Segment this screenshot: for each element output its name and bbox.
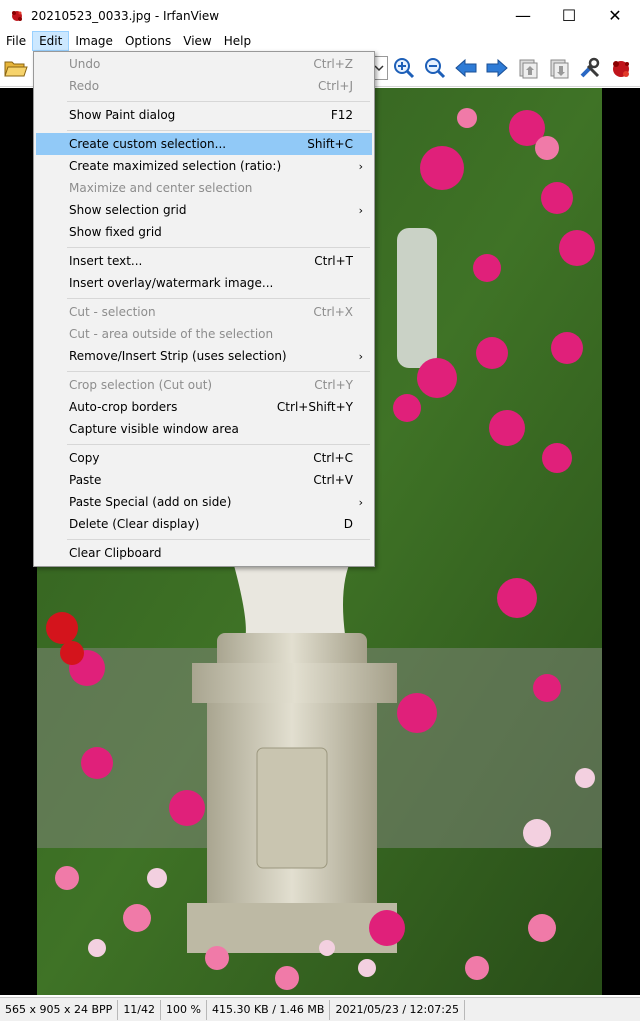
menu-insert-text[interactable]: Insert text... Ctrl+T <box>36 250 372 272</box>
status-bar: 565 x 905 x 24 BPP 11/42 100 % 415.30 KB… <box>0 997 640 1021</box>
menu-create-custom-selection-shortcut: Shift+C <box>307 137 353 151</box>
menu-separator <box>67 130 370 131</box>
menu-separator <box>67 101 370 102</box>
next-arrow-icon[interactable] <box>484 55 510 81</box>
menu-clear-clipboard[interactable]: Clear Clipboard <box>36 542 372 564</box>
menu-options[interactable]: Options <box>119 31 177 51</box>
menu-undo-label: Undo <box>69 57 101 71</box>
menu-show-paint-dialog[interactable]: Show Paint dialog F12 <box>36 104 372 126</box>
previous-arrow-icon[interactable] <box>453 55 479 81</box>
status-index: 11/42 <box>118 999 162 1020</box>
menu-separator <box>67 298 370 299</box>
menu-show-fixed-grid[interactable]: Show fixed grid <box>36 221 372 243</box>
menu-show-fixed-grid-label: Show fixed grid <box>69 225 162 239</box>
menu-crop-selection[interactable]: Crop selection (Cut out) Ctrl+Y <box>36 374 372 396</box>
submenu-arrow-icon: › <box>358 203 363 217</box>
menu-separator <box>67 444 370 445</box>
menu-separator <box>67 371 370 372</box>
menu-redo-shortcut: Ctrl+J <box>318 79 353 93</box>
menu-bar: File Edit Image Options View Help <box>0 31 640 51</box>
tools-icon[interactable] <box>577 55 603 81</box>
menu-insert-overlay[interactable]: Insert overlay/watermark image... <box>36 272 372 294</box>
zoom-out-icon[interactable] <box>422 55 448 81</box>
menu-help[interactable]: Help <box>218 31 257 51</box>
menu-cut-outside-selection[interactable]: Cut - area outside of the selection <box>36 323 372 345</box>
menu-copy[interactable]: Copy Ctrl+C <box>36 447 372 469</box>
menu-insert-overlay-label: Insert overlay/watermark image... <box>69 276 274 290</box>
menu-remove-insert-strip[interactable]: Remove/Insert Strip (uses selection) › <box>36 345 372 367</box>
menu-remove-insert-strip-label: Remove/Insert Strip (uses selection) <box>69 349 287 363</box>
menu-crop-selection-label: Crop selection (Cut out) <box>69 378 213 392</box>
menu-undo[interactable]: Undo Ctrl+Z <box>36 53 372 75</box>
irfanview-app-icon[interactable] <box>9 8 25 24</box>
status-zoom: 100 % <box>161 999 207 1020</box>
menu-cut-selection-label: Cut - selection <box>69 305 156 319</box>
menu-delete-label: Delete (Clear display) <box>69 517 200 531</box>
close-icon: ✕ <box>608 6 622 25</box>
menu-paste[interactable]: Paste Ctrl+V <box>36 469 372 491</box>
submenu-arrow-icon: › <box>358 495 363 509</box>
menu-cut-selection[interactable]: Cut - selection Ctrl+X <box>36 301 372 323</box>
zoom-in-icon[interactable] <box>391 55 417 81</box>
download-icon[interactable] <box>546 55 572 81</box>
menu-paste-shortcut: Ctrl+V <box>313 473 353 487</box>
menu-crop-selection-shortcut: Ctrl+Y <box>314 378 353 392</box>
submenu-arrow-icon: › <box>358 159 363 173</box>
menu-cut-outside-selection-label: Cut - area outside of the selection <box>69 327 274 341</box>
maximize-icon: ☐ <box>561 6 577 25</box>
open-folder-icon[interactable] <box>3 55 29 81</box>
menu-separator <box>67 247 370 248</box>
menu-create-custom-selection[interactable]: Create custom selection... Shift+C <box>36 133 372 155</box>
irfanview-logo-icon[interactable] <box>608 55 634 81</box>
menu-cut-selection-shortcut: Ctrl+X <box>313 305 353 319</box>
minimize-icon: — <box>515 6 531 25</box>
menu-show-selection-grid[interactable]: Show selection grid › <box>36 199 372 221</box>
menu-maximize-center-selection-label: Maximize and center selection <box>69 181 253 195</box>
menu-view[interactable]: View <box>177 31 217 51</box>
menu-auto-crop-borders[interactable]: Auto-crop borders Ctrl+Shift+Y <box>36 396 372 418</box>
submenu-arrow-icon: › <box>358 349 363 363</box>
title-bar: 20210523_0033.jpg - IrfanView — ☐ ✕ <box>0 0 640 31</box>
menu-file[interactable]: File <box>0 31 32 51</box>
status-datetime: 2021/05/23 / 12:07:25 <box>330 999 465 1020</box>
status-filesize: 415.30 KB / 1.46 MB <box>207 999 331 1020</box>
menu-show-paint-dialog-shortcut: F12 <box>330 108 353 122</box>
menu-show-selection-grid-label: Show selection grid <box>69 203 187 217</box>
maximize-button[interactable]: ☐ <box>546 0 592 31</box>
menu-undo-shortcut: Ctrl+Z <box>313 57 353 71</box>
menu-separator <box>67 539 370 540</box>
close-button[interactable]: ✕ <box>592 0 638 31</box>
menu-auto-crop-borders-shortcut: Ctrl+Shift+Y <box>276 400 353 414</box>
menu-copy-label: Copy <box>69 451 100 465</box>
menu-create-custom-selection-label: Create custom selection... <box>69 137 227 151</box>
menu-insert-text-label: Insert text... <box>69 254 143 268</box>
window-title: 20210523_0033.jpg - IrfanView <box>31 8 220 23</box>
status-dimensions: 565 x 905 x 24 BPP <box>0 999 119 1020</box>
menu-delete-shortcut: D <box>343 517 353 531</box>
menu-auto-crop-borders-label: Auto-crop borders <box>69 400 178 414</box>
upload-icon[interactable] <box>515 55 541 81</box>
menu-delete[interactable]: Delete (Clear display) D <box>36 513 372 535</box>
minimize-button[interactable]: — <box>500 0 546 31</box>
menu-maximize-center-selection[interactable]: Maximize and center selection <box>36 177 372 199</box>
edit-dropdown-menu: Undo Ctrl+Z Redo Ctrl+J Show Paint dialo… <box>33 51 375 567</box>
menu-clear-clipboard-label: Clear Clipboard <box>69 546 162 560</box>
menu-paste-label: Paste <box>69 473 102 487</box>
menu-image[interactable]: Image <box>69 31 119 51</box>
menu-redo-label: Redo <box>69 79 100 93</box>
menu-edit[interactable]: Edit <box>32 31 70 51</box>
menu-insert-text-shortcut: Ctrl+T <box>314 254 353 268</box>
menu-copy-shortcut: Ctrl+C <box>313 451 353 465</box>
menu-redo[interactable]: Redo Ctrl+J <box>36 75 372 97</box>
menu-create-maximized-selection[interactable]: Create maximized selection (ratio:) › <box>36 155 372 177</box>
menu-paste-special-label: Paste Special (add on side) <box>69 495 232 509</box>
menu-paste-special[interactable]: Paste Special (add on side) › <box>36 491 372 513</box>
menu-create-maximized-selection-label: Create maximized selection (ratio:) <box>69 159 282 173</box>
menu-capture-window-area-label: Capture visible window area <box>69 422 239 436</box>
menu-show-paint-dialog-label: Show Paint dialog <box>69 108 176 122</box>
menu-capture-window-area[interactable]: Capture visible window area <box>36 418 372 440</box>
